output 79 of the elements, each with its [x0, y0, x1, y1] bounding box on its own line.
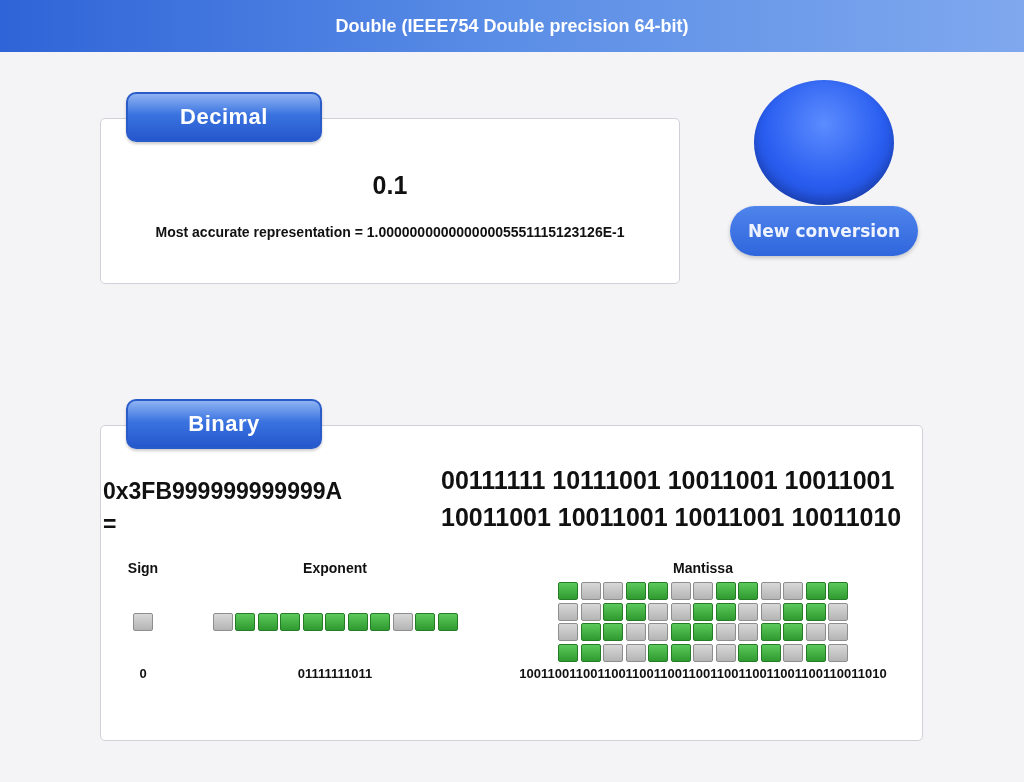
- bit-square: [693, 602, 713, 621]
- bit-square: [715, 602, 736, 621]
- bit-square: [760, 643, 781, 662]
- bit-square: [670, 623, 691, 642]
- bit-square: [648, 582, 668, 601]
- field-label: Exponent: [303, 560, 367, 576]
- bit-square: [235, 613, 255, 631]
- bit-square: [715, 582, 736, 601]
- bit-square: [693, 623, 713, 642]
- bit-square: [760, 602, 781, 621]
- bit-square: [603, 582, 623, 601]
- decimal-value: 0.1: [372, 171, 408, 200]
- bit-square: [648, 643, 668, 662]
- bit-square: [828, 643, 848, 662]
- bit-square: [805, 643, 826, 662]
- bit-square: [805, 623, 826, 642]
- bit-square: [212, 613, 233, 631]
- bit-square: [648, 623, 668, 642]
- bit-square: [437, 613, 458, 631]
- bit-square: [415, 613, 435, 631]
- bit-square: [392, 613, 413, 631]
- bit-square: [580, 602, 601, 621]
- bit-square: [693, 643, 713, 662]
- bit-square: [603, 623, 623, 642]
- bit-square: [670, 582, 691, 601]
- bit-square: [715, 623, 736, 642]
- bit-square: [738, 582, 758, 601]
- bit-square: [828, 602, 848, 621]
- bit-square: [558, 582, 578, 601]
- bit-square: [828, 623, 848, 642]
- bit-square: [625, 643, 646, 662]
- bit-square: [580, 643, 601, 662]
- bit-square: [625, 623, 646, 642]
- bit-square: [625, 582, 646, 601]
- section-label: Decimal: [126, 92, 322, 142]
- bit-square: [580, 582, 601, 601]
- hex-value: 0x3FB999999999999A: [103, 478, 344, 505]
- field-bits: 0: [139, 666, 147, 681]
- equals-sign: =: [103, 511, 117, 538]
- bit-square: [783, 582, 803, 601]
- new-conversion-button[interactable]: New conversion: [730, 206, 918, 256]
- bit-square: [133, 613, 153, 631]
- field-bits: 01111111011: [297, 666, 373, 681]
- bit-square: [603, 602, 623, 621]
- bit-square: [370, 613, 390, 631]
- bit-square: [783, 643, 803, 662]
- bit-square: [558, 623, 578, 642]
- bit-square: [738, 602, 758, 621]
- bit-square: [760, 623, 781, 642]
- section-label: Binary: [126, 399, 322, 449]
- bit-square: [648, 602, 668, 621]
- window-title: Double (IEEE754 Double precision 64-bit): [335, 15, 689, 37]
- bit-square: [760, 582, 781, 601]
- bit-square: [257, 613, 278, 631]
- binary-value: 00111111 10111001 10011001 10011001 10011001 10011001 10011001 10011010: [441, 465, 903, 533]
- bit-square: [558, 643, 578, 662]
- bit-square: [625, 602, 646, 621]
- bit-square: [670, 602, 691, 621]
- bit-square: [280, 613, 300, 631]
- bit-square: [828, 582, 848, 601]
- bit-square: [805, 582, 826, 601]
- bit-square: [603, 643, 623, 662]
- bit-square: [693, 582, 713, 601]
- accurate-representation: Most accurate representation = 1.00000000000000005551115123126E-1: [155, 224, 625, 240]
- bit-square: [715, 643, 736, 662]
- bit-square: [558, 602, 578, 621]
- bit-square: [783, 602, 803, 621]
- bit-square: [347, 613, 368, 631]
- field-bits: 1001100110011001100110011001100110011001100110011010: [519, 666, 887, 681]
- field-label: Sign: [127, 560, 159, 576]
- bit-square: [738, 643, 758, 662]
- bit-square: [302, 613, 323, 631]
- field-label: Mantissa: [673, 560, 733, 576]
- bit-square: [783, 623, 803, 642]
- bit-square: [738, 623, 758, 642]
- bit-square: [670, 643, 691, 662]
- bit-square: [805, 602, 826, 621]
- bit-square: [580, 623, 601, 642]
- bit-square: [325, 613, 345, 631]
